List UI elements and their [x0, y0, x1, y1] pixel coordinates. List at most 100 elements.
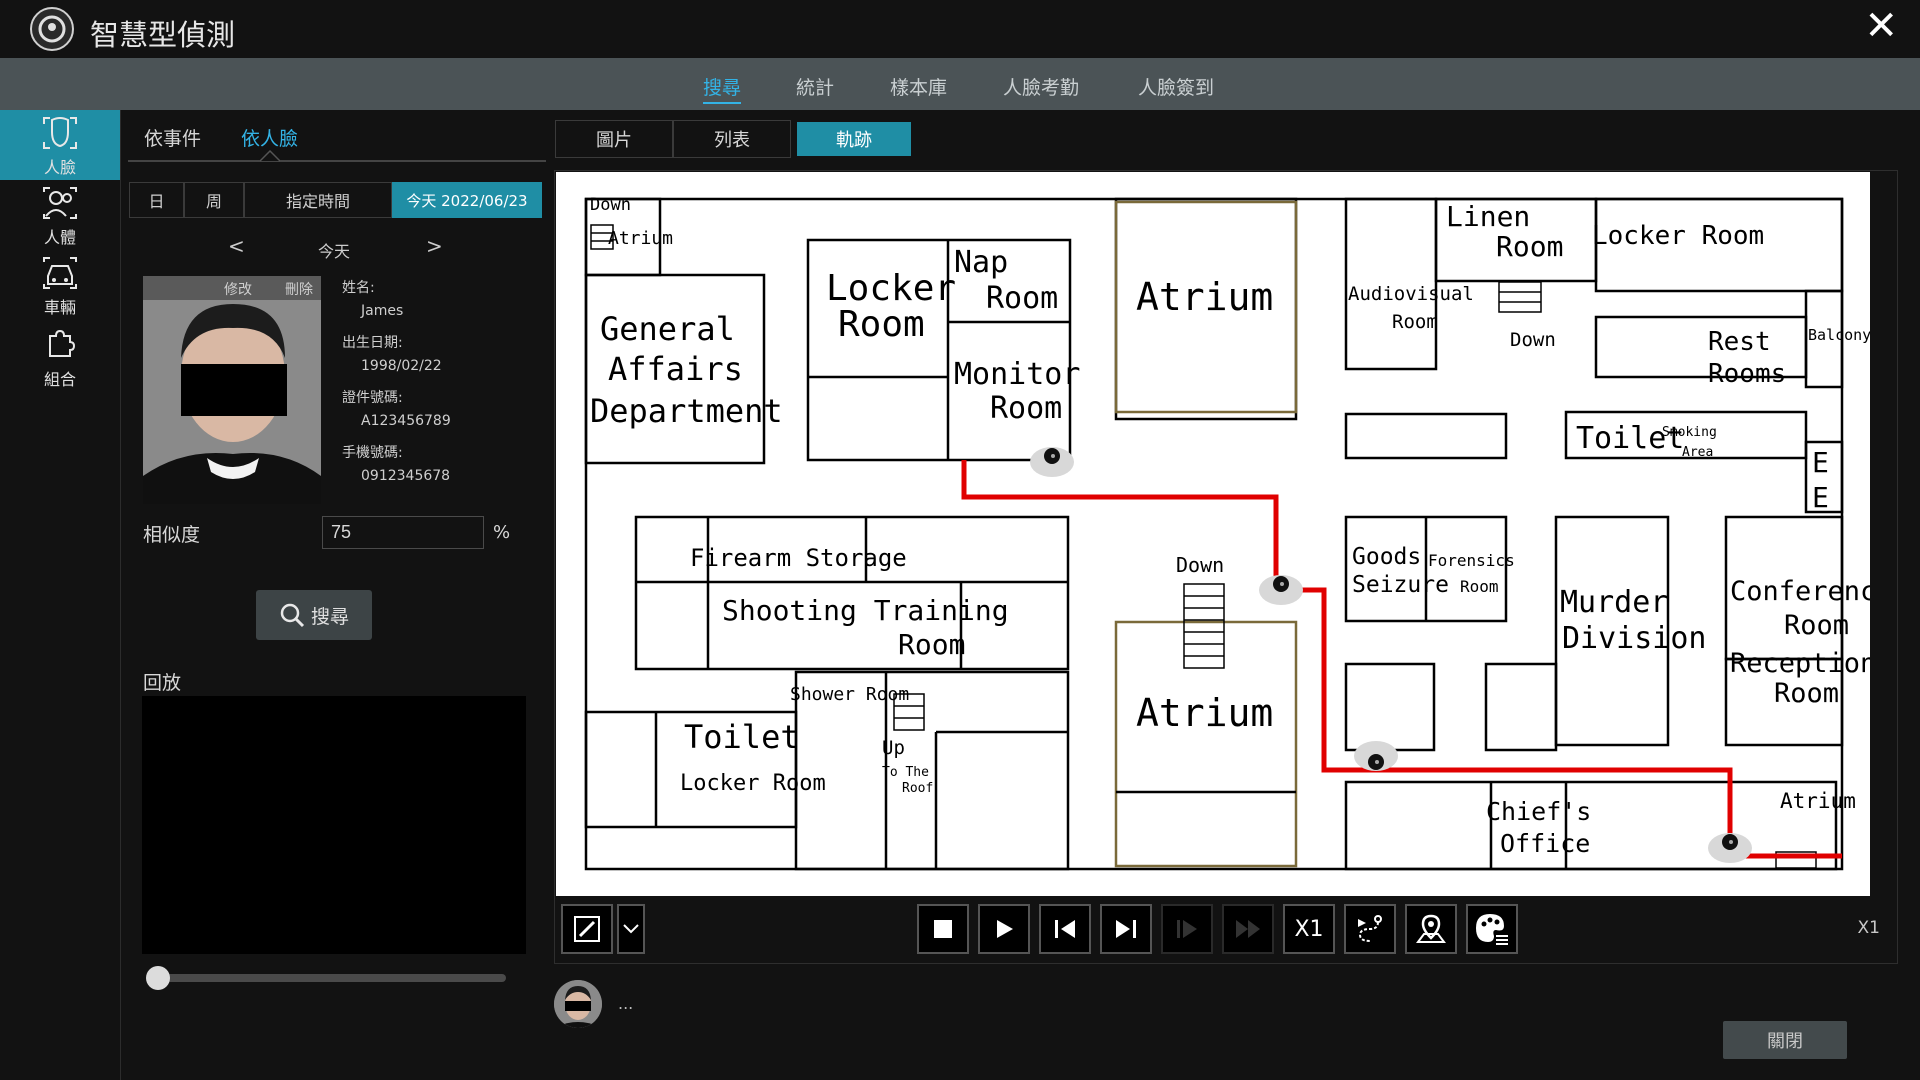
edit-tool-icon [574, 916, 600, 942]
rail-label: 組合 [43, 370, 76, 389]
step-forward-button[interactable] [1161, 904, 1213, 954]
map-label: Affairs [608, 350, 743, 388]
skip-end-icon [1116, 920, 1136, 938]
view-tab-list[interactable]: 列表 [673, 120, 791, 158]
close-window-icon[interactable]: ✕ [1864, 6, 1898, 46]
similarity-unit: % [493, 522, 511, 543]
subtab-by-event[interactable]: 依事件 [144, 124, 201, 151]
playback-slider-handle[interactable] [146, 966, 170, 990]
map-label: Shower Room [790, 684, 909, 705]
map-label: Room [898, 628, 965, 661]
result-thumbnail[interactable] [554, 980, 602, 1028]
playback-label: 回放 [143, 672, 182, 694]
view-tab-track[interactable]: 軌跡 [795, 120, 913, 158]
search-button[interactable]: 搜尋 [256, 590, 372, 640]
date-prev-button[interactable]: < [228, 234, 245, 258]
skip-to-end-button[interactable] [1100, 904, 1152, 954]
similarity-label: 相似度 [143, 524, 201, 546]
map-label: Linen [1446, 200, 1530, 233]
fast-forward-button[interactable] [1222, 904, 1274, 954]
map-label: Room [990, 391, 1062, 426]
map-label: Seizure [1352, 572, 1449, 598]
range-day-button[interactable]: 日 [129, 182, 184, 218]
map-pin-button[interactable] [1405, 904, 1457, 954]
stop-button[interactable] [917, 904, 969, 954]
step-forward-icon [1177, 920, 1197, 938]
tab-sample-library[interactable]: 樣本庫 [890, 73, 947, 100]
map-label: Up [882, 737, 905, 759]
map-label: Locker Room [1592, 221, 1764, 251]
map-label: Division [1562, 621, 1707, 656]
view-tab-pictures[interactable]: 圖片 [555, 120, 673, 158]
camera-icon[interactable] [1354, 741, 1398, 771]
camera-icon[interactable] [1708, 833, 1752, 863]
map-label: Down [1176, 553, 1224, 577]
fast-forward-icon [1236, 920, 1260, 938]
id-label: 證件號碼: [342, 390, 403, 406]
rail-item-vehicle[interactable]: 車輛 [0, 254, 120, 324]
face-thumbnail-image [554, 980, 602, 1028]
map-label: Forensics [1428, 551, 1515, 570]
floor-plan-map[interactable]: Down Atrium General Affairs Department L… [556, 172, 1893, 896]
range-custom-button[interactable]: 指定時間 [244, 182, 392, 218]
map-label: Room [838, 304, 925, 345]
speed-button[interactable]: X1 [1283, 904, 1335, 954]
map-label: Shooting Training [722, 594, 1009, 627]
phone-label: 手機號碼: [342, 445, 403, 461]
map-label: Monitor [954, 357, 1080, 392]
subtab-by-face[interactable]: 依人臉 [241, 124, 298, 151]
map-label: Office [1500, 829, 1590, 858]
playback-slider[interactable] [154, 974, 506, 982]
tab-face-signin[interactable]: 人臉簽到 [1138, 73, 1214, 100]
date-next-button[interactable]: > [426, 234, 443, 258]
result-more: ... [618, 994, 634, 1013]
skip-to-start-button[interactable] [1039, 904, 1091, 954]
search-icon [280, 603, 305, 628]
rail-item-body[interactable]: 人體 [0, 182, 120, 252]
map-label: To The [882, 765, 929, 780]
map-label: E [1812, 446, 1829, 479]
name-value: James [361, 303, 404, 319]
range-week-button[interactable]: 周 [184, 182, 244, 218]
tab-face-attendance[interactable]: 人臉考勤 [1003, 73, 1079, 100]
tab-search[interactable]: 搜尋 [703, 73, 742, 104]
rail-label: 人體 [43, 228, 76, 247]
map-label: Conference [1730, 576, 1870, 607]
tab-statistics[interactable]: 統計 [796, 73, 834, 100]
person-icon [43, 187, 77, 219]
play-icon [997, 920, 1013, 938]
face-icon [43, 117, 77, 149]
range-today-button[interactable]: 今天 2022/06/23 [392, 182, 542, 218]
map-label: Audiovisual [1348, 283, 1474, 305]
similarity-input[interactable] [322, 516, 484, 549]
photo-delete-link[interactable]: 刪除 [285, 279, 313, 299]
palette-button[interactable] [1466, 904, 1518, 954]
close-button[interactable]: 關閉 [1723, 1021, 1847, 1059]
tool-dropdown-button[interactable] [617, 904, 645, 954]
car-icon [43, 257, 77, 289]
speed-icon: X1 [1294, 916, 1324, 942]
map-label: Atrium [608, 228, 673, 249]
play-button[interactable] [978, 904, 1030, 954]
rail-item-combined[interactable]: 組合 [0, 326, 120, 396]
camera-icon[interactable] [1259, 575, 1303, 605]
playback-video [142, 696, 526, 954]
title-bar [0, 0, 1920, 58]
phone-value: 0912345678 [361, 468, 451, 484]
route-button[interactable] [1344, 904, 1396, 954]
map-label: Room [1496, 230, 1563, 263]
rail-label: 車輛 [43, 298, 76, 317]
camera-icon[interactable] [1030, 447, 1074, 477]
puzzle-icon [49, 329, 76, 357]
name-label: 姓名: [342, 280, 375, 296]
search-button-label: 搜尋 [310, 605, 349, 628]
draw-tool-button[interactable] [561, 904, 613, 954]
photo-edit-link[interactable]: 修改 [224, 279, 252, 299]
map-pin-icon [1416, 914, 1446, 943]
rail-item-face[interactable]: 人臉 [0, 110, 120, 180]
map-label: General [600, 310, 735, 348]
map-label: Down [1510, 329, 1556, 351]
map-label: Room [1460, 577, 1499, 596]
date-label: 今天 [318, 242, 351, 261]
map-label: Toilet [684, 718, 800, 756]
